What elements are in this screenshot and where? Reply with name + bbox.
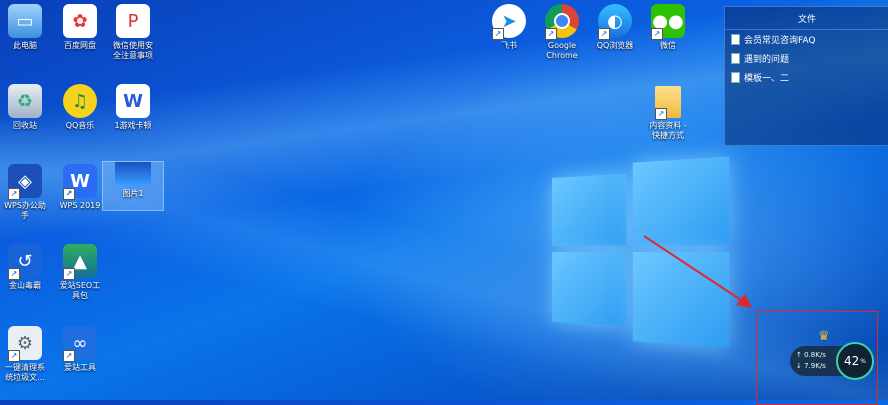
download-speed-value: 7.9K/s bbox=[804, 362, 826, 370]
arrow-shaft bbox=[643, 235, 745, 303]
down-arrow-icon: ↓ bbox=[796, 362, 805, 370]
up-arrow-icon: ↑ bbox=[796, 351, 805, 359]
memory-usage-gauge[interactable]: 42% bbox=[836, 342, 874, 380]
gauge-value: 42 bbox=[844, 354, 860, 368]
annotation-arrow bbox=[643, 235, 752, 308]
download-speed: ↓ 7.9K/s bbox=[796, 362, 826, 370]
upload-speed: ↑ 0.8K/s bbox=[796, 351, 826, 359]
upload-speed-value: 0.8K/s bbox=[804, 351, 826, 359]
mascot-icon: ♛ bbox=[818, 329, 830, 344]
arrow-head bbox=[736, 294, 752, 308]
gauge-unit: % bbox=[860, 357, 866, 365]
